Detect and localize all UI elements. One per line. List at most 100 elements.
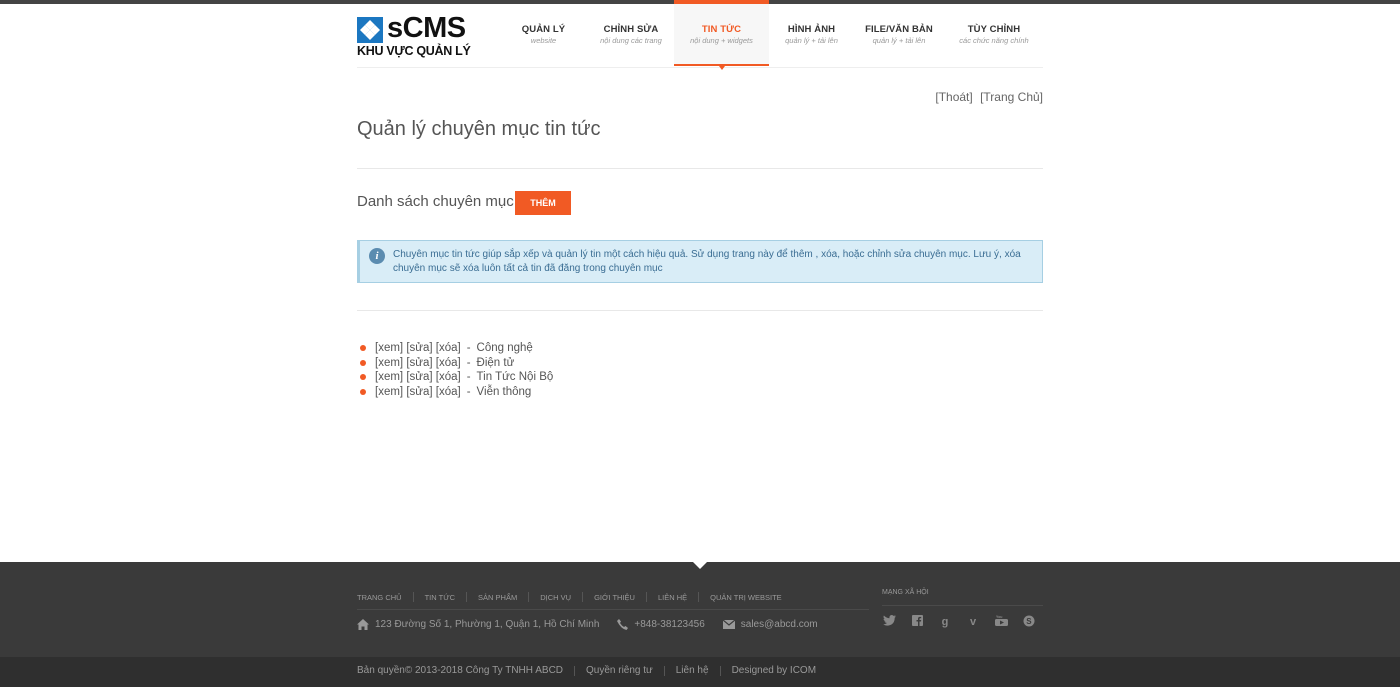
separator: - (466, 342, 471, 354)
page-title: Quản lý chuyên mục tin tức (357, 118, 601, 140)
footer-email[interactable]: sales@abcd.com (722, 619, 818, 630)
edit-link[interactable]: [sửa] (406, 386, 432, 398)
footer-nav-item[interactable]: DỊCH VỤ (540, 593, 571, 602)
copyright-row: Bản quyền© 2013-2018 Công Ty TNHH ABCD Q… (357, 665, 816, 676)
footer-contact: 123 Đường Số 1, Phường 1, Quận 1, Hồ Chí… (357, 619, 836, 630)
nav-item-tuy-chinh[interactable]: TÙY CHỈNH các chức năng chính (944, 4, 1044, 66)
footer-divider (882, 605, 1043, 606)
divider (357, 310, 1043, 311)
view-link[interactable]: [xem] (375, 342, 403, 354)
google-plus-icon[interactable]: g (938, 615, 952, 629)
add-category-button[interactable]: THÊM (515, 191, 571, 215)
nav-subtitle: quản lý + tải lên (785, 36, 838, 45)
youtube-icon[interactable]: You (994, 615, 1008, 629)
logout-link[interactable]: [Thoát] (935, 90, 972, 104)
nav-item-tin-tuc[interactable]: TIN TỨC nội dung + widgets (674, 0, 769, 70)
category-name: Điện tử (476, 356, 515, 369)
footer-nav: TRANG CHỦ TIN TỨC SẢN PHẨM DỊCH VỤ GIỚI THIỆ… (357, 592, 782, 602)
nav-title: FILE/VĂN BẢN (865, 24, 933, 35)
facebook-icon[interactable] (910, 615, 924, 629)
nav-title: QUẢN LÝ (521, 24, 566, 35)
nav-item-hinh-anh[interactable]: HÌNH ẢNH quản lý + tải lên (769, 4, 854, 66)
skype-icon[interactable]: S (1022, 615, 1036, 629)
separator (574, 665, 576, 676)
separator: - (466, 356, 471, 369)
header: sCMS KHU VỰC QUẢN LÝ QUẢN LÝ website CHỈ… (357, 0, 1044, 70)
footer-phone: +848-38123456 (617, 619, 705, 630)
nav-subtitle: nội dung các trang (600, 36, 662, 45)
info-alert-text: Chuyên mục tin tức giúp sắp xếp và quản … (393, 249, 1021, 274)
footer-nav-item[interactable]: GIỚI THIỆU (594, 593, 635, 602)
main-nav: QUẢN LÝ website CHỈNH SỬA nội dung các t… (499, 0, 1044, 70)
logo-subtitle: KHU VỰC QUẢN LÝ (357, 44, 471, 58)
nav-subtitle: các chức năng chính (959, 36, 1029, 45)
category-list: [xem] [sửa] [xóa] - Công nghệ [xem] [sửa] [… (357, 341, 553, 399)
edit-link[interactable]: [sửa] (406, 357, 432, 369)
logo-mark-icon (357, 17, 383, 43)
edit-link[interactable]: [sửa] (406, 371, 432, 383)
designer-link[interactable]: Designed by ICOM (732, 665, 816, 676)
category-item: [xem] [sửa] [xóa] - Công nghệ (357, 341, 553, 356)
nav-title: HÌNH ẢNH (787, 24, 836, 35)
social-links: g v You S (882, 615, 1050, 629)
svg-text:You: You (996, 615, 1002, 619)
separator: - (466, 385, 471, 398)
email-text: sales@abcd.com (740, 619, 818, 630)
contact-link[interactable]: Liên hệ (676, 665, 709, 676)
footer-address: 123 Đường Số 1, Phường 1, Quận 1, Hồ Chí… (357, 619, 599, 630)
category-name: Công nghệ (476, 342, 533, 354)
delete-link[interactable]: [xóa] (436, 386, 461, 398)
address-text: 123 Đường Số 1, Phường 1, Quận 1, Hồ Chí… (375, 619, 600, 630)
info-icon: i (369, 248, 385, 264)
view-link[interactable]: [xem] (375, 357, 403, 369)
category-name: Viễn thông (476, 385, 532, 398)
nav-item-quan-ly[interactable]: QUẢN LÝ website (499, 4, 588, 66)
bottom-bar: Bản quyền© 2013-2018 Công Ty TNHH ABCD Q… (0, 657, 1400, 687)
separator (719, 665, 721, 676)
nav-title: TIN TỨC (701, 24, 742, 35)
email-icon (722, 620, 735, 629)
delete-link[interactable]: [xóa] (436, 357, 461, 369)
separator (466, 592, 468, 602)
vimeo-icon[interactable]: v (966, 615, 980, 629)
footer-nav-item[interactable]: LIÊN HỆ (658, 593, 687, 602)
logo-text: sCMS (387, 12, 466, 44)
home-link[interactable]: [Trang Chủ] (980, 90, 1043, 104)
phone-icon (617, 619, 629, 630)
edit-link[interactable]: [sửa] (406, 342, 432, 354)
separator (698, 592, 700, 602)
category-item: [xem] [sửa] [xóa] - Viễn thông (357, 385, 553, 400)
nav-item-chinh-sua[interactable]: CHỈNH SỬA nội dung các trang (588, 4, 674, 66)
footer: TRANG CHỦ TIN TỨC SẢN PHẨM DỊCH VỤ GIỚI THIỆ… (0, 562, 1400, 657)
delete-link[interactable]: [xóa] (436, 342, 461, 354)
separator (582, 592, 584, 602)
social-title: MẠNG XÃ HỘI (882, 589, 929, 596)
view-link[interactable]: [xem] (375, 371, 403, 383)
separator (412, 592, 414, 602)
copyright-text: Bản quyền© 2013-2018 Công Ty TNHH ABCD (357, 665, 564, 676)
separator: - (466, 371, 471, 383)
divider (357, 168, 1043, 169)
footer-nav-item[interactable]: TIN TỨC (425, 593, 455, 602)
logo[interactable]: sCMS KHU VỰC QUẢN LÝ (357, 12, 471, 58)
top-links: [Thoát] [Trang Chủ] (931, 90, 1043, 104)
twitter-icon[interactable] (882, 615, 896, 629)
home-icon (357, 619, 369, 630)
footer-notch (693, 562, 707, 569)
svg-text:S: S (1026, 617, 1032, 626)
footer-nav-item[interactable]: QUẢN TRỊ WEBSITE (710, 593, 782, 602)
phone-text: +848-38123456 (634, 619, 705, 630)
privacy-link[interactable]: Quyền riêng tư (586, 665, 653, 676)
nav-subtitle: website (530, 36, 557, 45)
delete-link[interactable]: [xóa] (436, 371, 461, 383)
category-item: [xem] [sửa] [xóa] - Điện tử (357, 356, 553, 371)
footer-nav-item[interactable]: TRANG CHỦ (357, 593, 402, 602)
footer-nav-item[interactable]: SẢN PHẨM (478, 593, 517, 602)
nav-subtitle: quản lý + tải lên (872, 36, 926, 45)
view-link[interactable]: [xem] (375, 386, 403, 398)
category-item: [xem] [sửa] [xóa] - Tin Tức Nội Bộ (357, 370, 553, 385)
section-title: Danh sách chuyên mục (357, 193, 514, 210)
nav-title: TÙY CHỈNH (967, 24, 1021, 35)
nav-item-file-van-ban[interactable]: FILE/VĂN BẢN quản lý + tải lên (854, 4, 944, 66)
separator (645, 592, 647, 602)
